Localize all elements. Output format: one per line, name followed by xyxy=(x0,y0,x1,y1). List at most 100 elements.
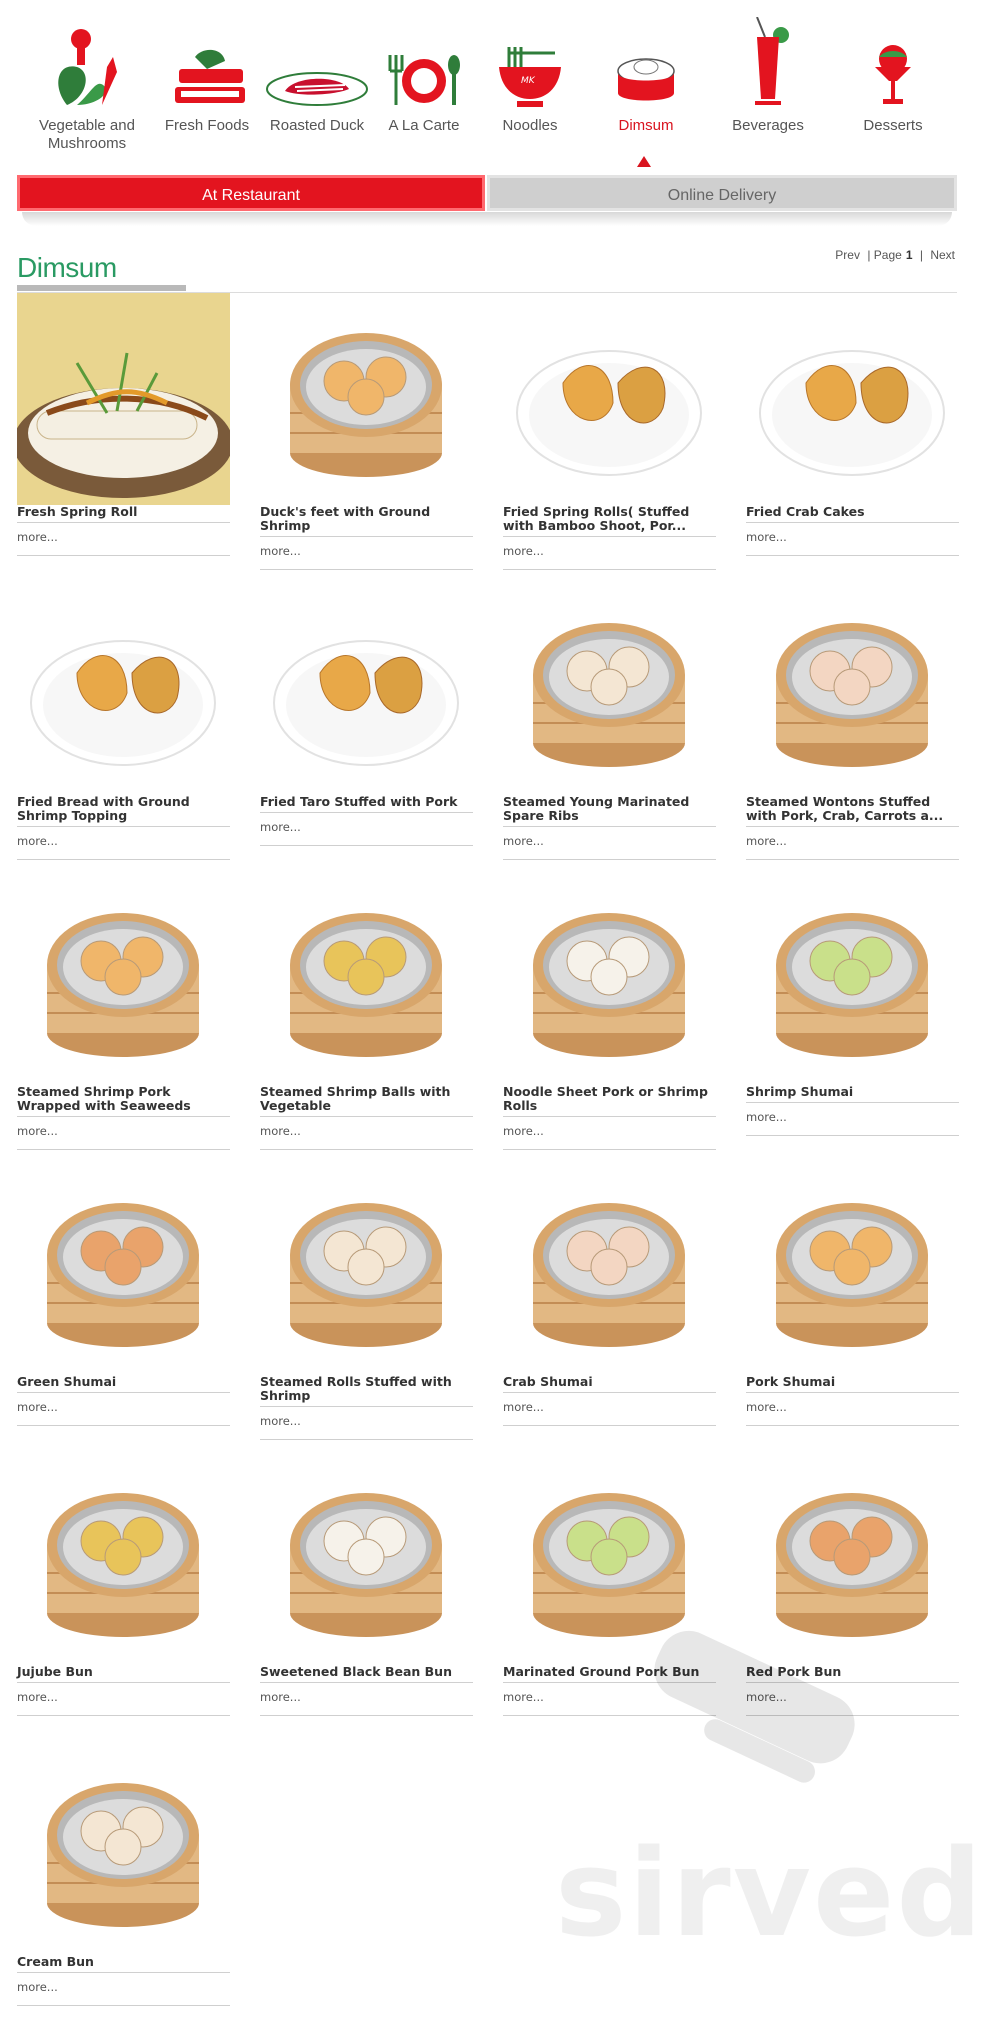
category-fresh-foods[interactable]: Fresh Foods xyxy=(147,12,267,135)
menu-item[interactable]: Steamed Shrimp Pork Wrapped with Seaweed… xyxy=(17,873,230,1150)
menu-item[interactable]: Steamed Young Marinated Spare Ribs more..… xyxy=(503,583,716,860)
more-link[interactable]: more... xyxy=(17,834,230,860)
more-link[interactable]: more... xyxy=(503,1124,716,1150)
category-vegetable[interactable]: Vegetable and Mushrooms xyxy=(27,12,147,153)
menu-item-image[interactable] xyxy=(260,293,473,505)
more-link[interactable]: more... xyxy=(503,1400,716,1426)
menu-item-image[interactable] xyxy=(503,1163,716,1375)
menu-item-image[interactable] xyxy=(746,1163,959,1375)
menu-item-image[interactable] xyxy=(17,1163,230,1375)
menu-item[interactable]: Shrimp Shumai more... xyxy=(746,873,959,1136)
more-link[interactable]: more... xyxy=(260,544,473,570)
menu-item-name[interactable]: Fried Taro Stuffed with Pork xyxy=(260,795,473,813)
more-link[interactable]: more... xyxy=(260,1414,473,1440)
menu-item[interactable]: Pork Shumai more... xyxy=(746,1163,959,1426)
more-link[interactable]: more... xyxy=(17,530,230,556)
menu-item-name[interactable]: Steamed Young Marinated Spare Ribs xyxy=(503,795,716,827)
more-link[interactable]: more... xyxy=(17,1400,230,1426)
menu-item-image[interactable] xyxy=(17,873,230,1085)
more-link[interactable]: more... xyxy=(17,1124,230,1150)
more-link[interactable]: more... xyxy=(260,1690,473,1716)
more-link[interactable]: more... xyxy=(746,1110,959,1136)
roasted-duck-icon xyxy=(257,12,377,107)
prev-link[interactable]: Prev xyxy=(835,248,860,262)
menu-item[interactable]: Noodle Sheet Pork or Shrimp Rolls more... xyxy=(503,873,716,1150)
category-dimsum[interactable]: Dimsum xyxy=(586,12,706,135)
menu-item-image[interactable] xyxy=(503,293,716,505)
menu-item[interactable]: Sweetened Black Bean Bun more... xyxy=(260,1453,473,1716)
tab-at-restaurant[interactable]: At Restaurant xyxy=(17,175,485,211)
menu-item-name[interactable]: Fried Bread with Ground Shrimp Topping xyxy=(17,795,230,827)
menu-item[interactable]: Jujube Bun more... xyxy=(17,1453,230,1716)
more-link[interactable]: more... xyxy=(746,1400,959,1426)
more-link[interactable]: more... xyxy=(17,1690,230,1716)
more-link[interactable]: more... xyxy=(260,1124,473,1150)
menu-item-image[interactable] xyxy=(503,583,716,795)
menu-item[interactable]: Fried Spring Rolls( Stuffed with Bamboo … xyxy=(503,293,716,570)
menu-item-image[interactable] xyxy=(17,583,230,795)
service-tabs: At Restaurant Online Delivery xyxy=(17,175,957,211)
menu-item-name[interactable]: Fried Crab Cakes xyxy=(746,505,959,523)
menu-item-image[interactable] xyxy=(260,1453,473,1665)
menu-item-name[interactable]: Duck's feet with Ground Shrimp xyxy=(260,505,473,537)
menu-item-name[interactable]: Sweetened Black Bean Bun xyxy=(260,1665,473,1683)
page-label: | Page xyxy=(867,248,902,262)
menu-item-image[interactable] xyxy=(17,1453,230,1665)
category-a-la-carte[interactable]: A La Carte xyxy=(364,12,484,135)
desserts-icon xyxy=(833,12,953,107)
menu-item-image[interactable] xyxy=(260,583,473,795)
menu-item[interactable]: Fresh Spring Roll more... xyxy=(17,293,230,556)
current-page: 1 xyxy=(905,248,913,262)
vegetable-icon xyxy=(27,12,147,107)
menu-item-name[interactable]: Fried Spring Rolls( Stuffed with Bamboo … xyxy=(503,505,716,537)
menu-item-name[interactable]: Crab Shumai xyxy=(503,1375,716,1393)
more-link[interactable]: more... xyxy=(17,1980,230,2006)
more-link[interactable]: more... xyxy=(503,834,716,860)
beverages-icon xyxy=(708,12,828,107)
menu-item-image[interactable] xyxy=(746,873,959,1085)
tab-online-delivery[interactable]: Online Delivery xyxy=(487,175,957,211)
menu-item-name[interactable]: Shrimp Shumai xyxy=(746,1085,959,1103)
category-noodles[interactable]: MK Noodles xyxy=(470,12,590,135)
more-link[interactable]: more... xyxy=(746,530,959,556)
menu-item-name[interactable]: Green Shumai xyxy=(17,1375,230,1393)
title-underline xyxy=(17,285,186,291)
category-nav: Vegetable and Mushrooms Fresh Foods Roas… xyxy=(0,0,997,170)
menu-item[interactable]: Fried Crab Cakes more... xyxy=(746,293,959,556)
menu-item-name[interactable]: Steamed Shrimp Balls with Vegetable xyxy=(260,1085,473,1117)
category-beverages[interactable]: Beverages xyxy=(708,12,828,135)
menu-item-name[interactable]: Noodle Sheet Pork or Shrimp Rolls xyxy=(503,1085,716,1117)
menu-item[interactable]: Fried Taro Stuffed with Pork more... xyxy=(260,583,473,846)
menu-item[interactable]: Steamed Rolls Stuffed with Shrimp more... xyxy=(260,1163,473,1440)
menu-item-name[interactable]: Pork Shumai xyxy=(746,1375,959,1393)
menu-item-image[interactable] xyxy=(746,293,959,505)
more-link[interactable]: more... xyxy=(260,820,473,846)
sirved-logo-icon xyxy=(640,1620,880,1834)
menu-item[interactable]: Duck's feet with Ground Shrimp more... xyxy=(260,293,473,570)
menu-item-name[interactable]: Jujube Bun xyxy=(17,1665,230,1683)
menu-item-name[interactable]: Fresh Spring Roll xyxy=(17,505,230,523)
menu-item-image[interactable] xyxy=(260,1163,473,1375)
menu-item[interactable]: Steamed Shrimp Balls with Vegetable more.… xyxy=(260,873,473,1150)
more-link[interactable]: more... xyxy=(746,834,959,860)
menu-item-image[interactable] xyxy=(17,1743,230,1955)
menu-item[interactable]: Crab Shumai more... xyxy=(503,1163,716,1426)
category-roasted-duck[interactable]: Roasted Duck xyxy=(257,12,377,135)
category-desserts[interactable]: Desserts xyxy=(833,12,953,135)
more-link[interactable]: more... xyxy=(503,544,716,570)
menu-item-image[interactable] xyxy=(260,873,473,1085)
menu-item-name[interactable]: Steamed Wontons Stuffed with Pork, Crab,… xyxy=(746,795,959,827)
menu-item-name[interactable]: Steamed Shrimp Pork Wrapped with Seaweed… xyxy=(17,1085,230,1117)
menu-item-name[interactable]: Steamed Rolls Stuffed with Shrimp xyxy=(260,1375,473,1407)
menu-item-image[interactable] xyxy=(746,583,959,795)
menu-item[interactable]: Cream Bun more... xyxy=(17,1743,230,2006)
fresh-foods-icon xyxy=(147,12,267,107)
menu-item-image[interactable] xyxy=(17,293,230,505)
section-title: Dimsum xyxy=(17,252,117,283)
menu-item-name[interactable]: Cream Bun xyxy=(17,1955,230,1973)
menu-item[interactable]: Fried Bread with Ground Shrimp Topping mo… xyxy=(17,583,230,860)
menu-item[interactable]: Green Shumai more... xyxy=(17,1163,230,1426)
menu-item[interactable]: Steamed Wontons Stuffed with Pork, Crab,… xyxy=(746,583,959,860)
next-link[interactable]: Next xyxy=(930,248,955,262)
menu-item-image[interactable] xyxy=(503,873,716,1085)
